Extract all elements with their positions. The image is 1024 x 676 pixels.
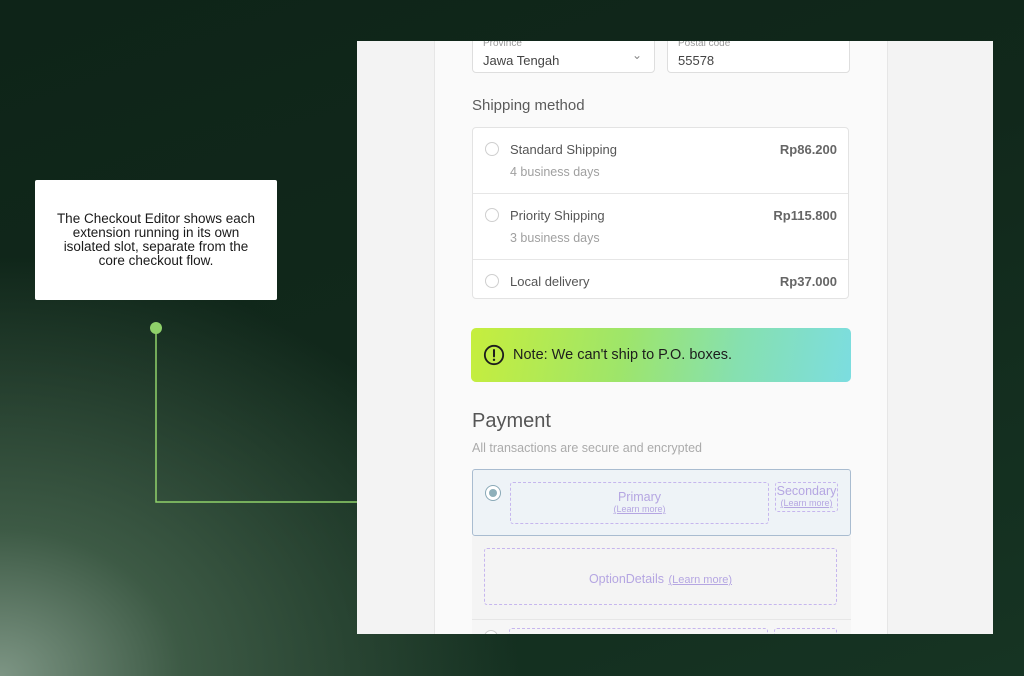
option-details-learn-more-link[interactable]: (Learn more) bbox=[668, 574, 732, 586]
postal-code-label: Postal code bbox=[678, 41, 731, 49]
chevron-down-icon: ⌄ bbox=[631, 48, 642, 62]
note-text: Note: We can't ship to P.O. boxes. bbox=[513, 347, 733, 363]
option-details-label: OptionDetails bbox=[588, 572, 664, 586]
province-select[interactable]: Province Jawa Tengah ⌄ bbox=[472, 41, 655, 73]
shipping-option-price: Rp86.200 bbox=[779, 142, 837, 157]
shipping-option-price: Rp37.000 bbox=[779, 274, 837, 289]
primary-slot-label: Primary bbox=[617, 490, 662, 504]
shipping-radio[interactable] bbox=[485, 274, 499, 288]
shipping-option-name: Standard Shipping bbox=[510, 142, 617, 157]
shipping-option-priority[interactable]: Priority Shipping 3 business days Rp115.… bbox=[473, 193, 848, 259]
shipping-option-detail: 3 business days bbox=[510, 231, 600, 245]
exclamation-circle-icon bbox=[483, 344, 505, 366]
primary-extension-slot: Primary (Learn more) bbox=[510, 482, 769, 524]
secondary-extension-slot: Secondary (Learn more) bbox=[775, 482, 838, 512]
shipping-radio[interactable] bbox=[485, 208, 499, 222]
payment-radio[interactable] bbox=[485, 485, 501, 501]
postal-code-value: 55578 bbox=[678, 53, 715, 68]
po-box-note-banner: Note: We can't ship to P.O. boxes. bbox=[471, 328, 851, 382]
secondary-slot-label: Secondary bbox=[776, 484, 837, 498]
payment-option-next[interactable] bbox=[472, 620, 851, 634]
connector-start-dot bbox=[150, 322, 162, 334]
shipping-option-name: Priority Shipping bbox=[510, 208, 605, 223]
payment-option-selected[interactable]: Primary (Learn more) Secondary (Learn mo… bbox=[472, 469, 851, 536]
payment-subtitle: All transactions are secure and encrypte… bbox=[472, 441, 702, 455]
province-value: Jawa Tengah bbox=[483, 53, 560, 68]
secondary-extension-slot bbox=[774, 628, 837, 634]
shipping-option-price: Rp115.800 bbox=[773, 208, 837, 223]
payment-option-details: OptionDetails (Learn more) bbox=[472, 536, 851, 620]
shipping-option-standard[interactable]: Standard Shipping 4 business days Rp86.2… bbox=[473, 128, 848, 193]
primary-extension-slot bbox=[509, 628, 768, 634]
shipping-option-local[interactable]: Local delivery Rp37.000 bbox=[473, 259, 848, 300]
primary-learn-more-link[interactable]: (Learn more) bbox=[511, 504, 768, 514]
shipping-radio[interactable] bbox=[485, 142, 499, 156]
checkout-preview: Province Jawa Tengah ⌄ Postal code 55578… bbox=[357, 41, 993, 634]
province-label: Province bbox=[483, 41, 522, 49]
payment-radio[interactable] bbox=[484, 630, 498, 634]
option-details-extension-slot: OptionDetails (Learn more) bbox=[484, 548, 837, 605]
shipping-options: Standard Shipping 4 business days Rp86.2… bbox=[472, 127, 849, 299]
payment-title: Payment bbox=[472, 410, 551, 432]
secondary-learn-more-link[interactable]: (Learn more) bbox=[776, 498, 837, 508]
postal-code-field[interactable]: Postal code 55578 bbox=[667, 41, 850, 73]
shipping-option-detail: 4 business days bbox=[510, 165, 600, 179]
shipping-method-title: Shipping method bbox=[472, 97, 585, 114]
shipping-option-name: Local delivery bbox=[510, 274, 590, 289]
